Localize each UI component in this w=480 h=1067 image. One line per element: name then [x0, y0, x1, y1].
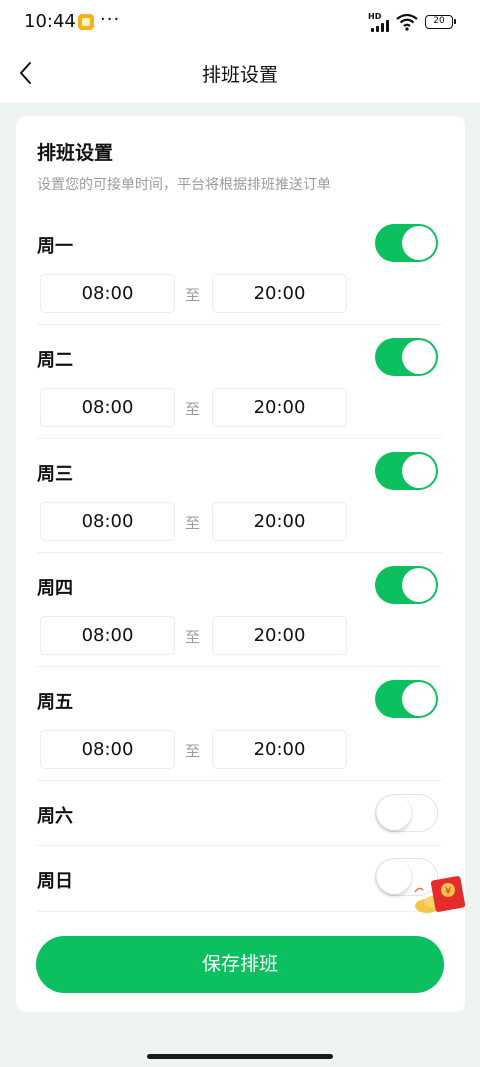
- day-row-wednesday: 周三 08:00 至 20:00: [37, 450, 442, 553]
- day-label: 周六: [37, 806, 73, 827]
- day-row-friday: 周五 08:00 至 20:00: [37, 678, 442, 781]
- page-title: 排班设置: [201, 64, 278, 86]
- to-label: 至: [185, 628, 201, 646]
- friday-toggle[interactable]: [375, 680, 438, 718]
- toggle-knob: [402, 682, 436, 716]
- end-time-field[interactable]: 20:00: [212, 616, 347, 655]
- schedule-card: 排班设置 设置您的可接单时间，平台将根据排班推送订单 周一 08:00 至 20…: [16, 116, 465, 1012]
- day-row-tuesday: 周二 08:00 至 20:00: [37, 336, 442, 439]
- to-label: 至: [185, 286, 201, 304]
- more-notifications-icon: ···: [100, 9, 121, 30]
- red-packet-symbol: ¥: [445, 886, 451, 897]
- app-notification-icon: [78, 14, 94, 30]
- tuesday-toggle[interactable]: [375, 338, 438, 376]
- home-indicator: [147, 1054, 333, 1059]
- card-subtitle: 设置您的可接单时间，平台将根据排班推送订单: [37, 177, 331, 193]
- day-label: 周四: [37, 578, 73, 599]
- status-bar: 10:44 ··· HD 20: [0, 0, 480, 44]
- start-time-field[interactable]: 08:00: [40, 502, 175, 541]
- start-time-field[interactable]: 08:00: [40, 388, 175, 427]
- wifi-icon: [396, 13, 418, 31]
- nav-bar: 排班设置: [0, 44, 480, 102]
- toggle-knob: [402, 340, 436, 374]
- start-time-field[interactable]: 08:00: [40, 616, 175, 655]
- signal-icon: [371, 20, 391, 32]
- day-label: 周五: [37, 692, 73, 713]
- red-packet-icon[interactable]: ¥: [411, 872, 469, 918]
- day-label: 周三: [37, 464, 73, 485]
- status-time: 10:44: [24, 11, 76, 32]
- end-time-field[interactable]: 20:00: [212, 274, 347, 313]
- monday-toggle[interactable]: [375, 224, 438, 262]
- day-row-sunday: 周日: [37, 846, 442, 912]
- day-label: 周日: [37, 871, 73, 892]
- toggle-knob: [377, 796, 411, 830]
- start-time-field[interactable]: 08:00: [40, 730, 175, 769]
- to-label: 至: [185, 400, 201, 418]
- start-time-field[interactable]: 08:00: [40, 274, 175, 313]
- toggle-knob: [377, 860, 411, 894]
- day-label: 周二: [37, 350, 73, 371]
- card-title: 排班设置: [37, 142, 114, 164]
- day-row-thursday: 周四 08:00 至 20:00: [37, 564, 442, 667]
- day-row-saturday: 周六: [37, 782, 442, 846]
- save-schedule-button[interactable]: 保存排班: [36, 936, 444, 993]
- thursday-toggle[interactable]: [375, 566, 438, 604]
- toggle-knob: [402, 568, 436, 602]
- day-label: 周一: [37, 236, 73, 257]
- to-label: 至: [185, 742, 201, 760]
- to-label: 至: [185, 514, 201, 532]
- end-time-field[interactable]: 20:00: [212, 502, 347, 541]
- toggle-knob: [402, 226, 436, 260]
- day-row-monday: 周一 08:00 至 20:00: [37, 222, 442, 325]
- toggle-knob: [402, 454, 436, 488]
- end-time-field[interactable]: 20:00: [212, 388, 347, 427]
- saturday-toggle[interactable]: [375, 794, 438, 832]
- battery-icon: 20: [425, 15, 456, 29]
- wednesday-toggle[interactable]: [375, 452, 438, 490]
- end-time-field[interactable]: 20:00: [212, 730, 347, 769]
